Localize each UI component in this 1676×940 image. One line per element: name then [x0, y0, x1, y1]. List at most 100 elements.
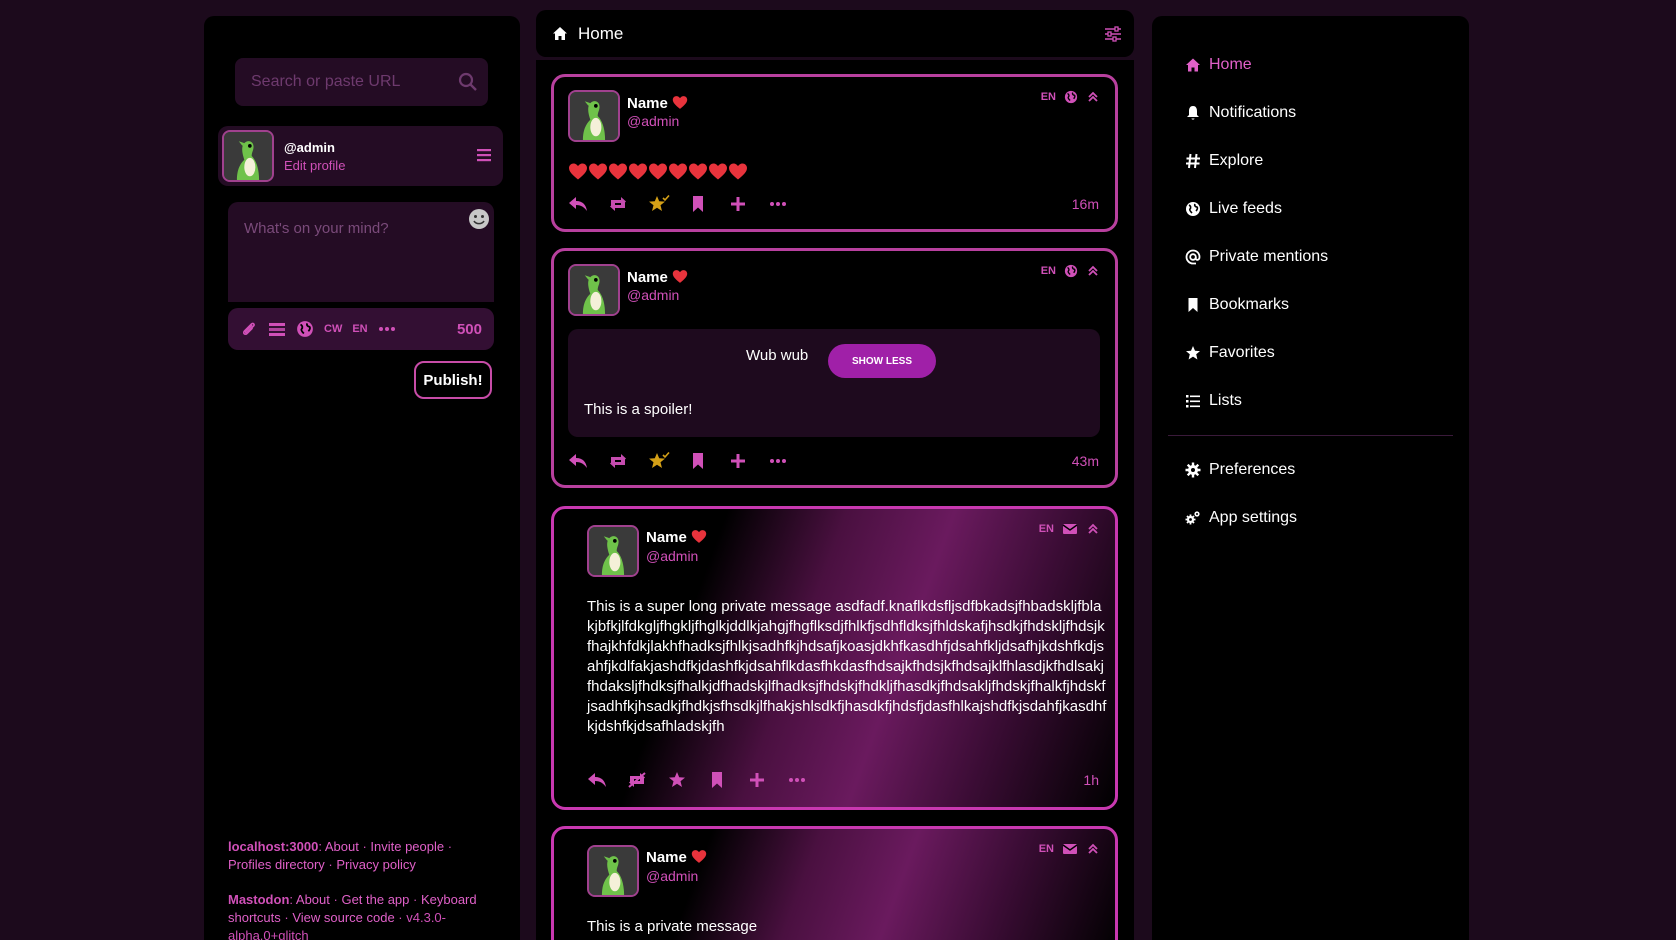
footer-privacy-link[interactable]: Privacy policy — [336, 857, 415, 872]
star-icon — [667, 771, 687, 789]
footer-directory-link[interactable]: Profiles directory — [228, 857, 325, 872]
bookmark-icon — [688, 195, 708, 213]
add-reaction-button[interactable] — [728, 450, 768, 472]
boost-button[interactable] — [608, 193, 648, 215]
language-button[interactable]: EN — [352, 319, 367, 339]
nav-item-app-settings[interactable]: App settings — [1185, 506, 1297, 530]
avatar[interactable] — [587, 525, 639, 577]
add-reaction-button[interactable] — [728, 193, 768, 215]
add-reaction-button[interactable] — [747, 769, 787, 791]
edit-profile-link[interactable]: Edit profile — [284, 158, 345, 173]
status-timestamp[interactable]: 1h — [1083, 772, 1099, 788]
more-button[interactable] — [768, 450, 808, 472]
reply-button[interactable] — [568, 193, 608, 215]
account-handle[interactable]: @admin — [627, 113, 679, 129]
display-name-text: Name — [646, 529, 687, 546]
footer-about-link[interactable]: About — [325, 839, 359, 854]
reply-icon — [568, 195, 588, 213]
boost-disabled-button[interactable] — [627, 769, 667, 791]
footer-mastodon-about-link[interactable]: About — [296, 892, 330, 907]
collapse-icon[interactable] — [1087, 91, 1099, 103]
plus-icon — [747, 771, 767, 789]
profile-handle[interactable]: @admin — [284, 140, 335, 155]
envelope-icon — [1062, 522, 1078, 536]
visibility-button[interactable] — [296, 319, 314, 339]
heart-emoji-icon — [588, 162, 608, 181]
show-less-button[interactable]: SHOW LESS — [828, 344, 936, 378]
more-button[interactable] — [787, 769, 827, 791]
display-name[interactable]: Name — [627, 95, 688, 112]
display-name[interactable]: Name — [646, 529, 707, 546]
avatar[interactable] — [587, 845, 639, 897]
nav-item-preferences[interactable]: Preferences — [1185, 458, 1295, 482]
nav-label: Explore — [1209, 152, 1264, 169]
footer-get-app-link[interactable]: Get the app — [341, 892, 409, 907]
column-title[interactable]: Home — [578, 24, 623, 44]
display-name[interactable]: Name — [646, 849, 707, 866]
poll-button[interactable] — [268, 319, 286, 339]
avatar[interactable] — [222, 130, 274, 182]
avatar[interactable] — [568, 90, 620, 142]
status-actions — [568, 193, 808, 215]
reply-button[interactable] — [568, 450, 608, 472]
status-post-direct[interactable]: Name @admin EN This is a private message — [551, 826, 1118, 940]
heart-emoji-icon — [728, 162, 748, 181]
collapse-icon[interactable] — [1087, 843, 1099, 855]
attach-button[interactable] — [240, 319, 258, 339]
reply-button[interactable] — [587, 769, 627, 791]
nav-label: Live feeds — [1209, 200, 1282, 217]
footer-invite-link[interactable]: Invite people — [370, 839, 444, 854]
nav-item-notifications[interactable]: Notifications — [1185, 101, 1296, 125]
nav-divider — [1168, 435, 1453, 436]
favorite-button[interactable] — [648, 450, 688, 472]
nav-item-explore[interactable]: Explore — [1185, 149, 1263, 173]
nav-item-favorites[interactable]: Favorites — [1185, 341, 1275, 365]
nav-item-home[interactable]: Home — [1185, 53, 1252, 77]
emoji-picker-icon[interactable] — [468, 208, 490, 230]
publish-button[interactable]: Publish! — [414, 361, 492, 399]
collapse-icon[interactable] — [1087, 523, 1099, 535]
more-button[interactable] — [768, 193, 808, 215]
bookmark-button[interactable] — [707, 769, 747, 791]
status-post[interactable]: Name @admin EN 16m — [551, 74, 1118, 232]
hamburger-menu-icon[interactable] — [475, 146, 493, 164]
status-post-direct[interactable]: Name @admin EN This is a super long priv… — [551, 506, 1118, 810]
status-timestamp[interactable]: 16m — [1072, 196, 1099, 212]
favorite-button[interactable] — [648, 193, 688, 215]
status-content: This is a private message — [587, 918, 758, 935]
favorite-button[interactable] — [667, 769, 707, 791]
poll-icon — [269, 323, 285, 336]
avatar-image — [589, 527, 637, 575]
hashtag-icon — [1186, 153, 1200, 169]
navigation-panel: Home Notifications Explore Live feeds Pr… — [1152, 16, 1469, 940]
bookmark-button[interactable] — [688, 450, 728, 472]
account-handle[interactable]: @admin — [646, 868, 698, 884]
account-handle[interactable]: @admin — [646, 548, 698, 564]
search-input[interactable] — [235, 58, 488, 106]
footer-source-link[interactable]: View source code — [292, 910, 394, 925]
heart-emoji-icon — [672, 95, 688, 110]
ellipsis-icon — [378, 320, 396, 338]
nav-item-lists[interactable]: Lists — [1185, 389, 1242, 413]
more-options-button[interactable] — [378, 319, 396, 339]
display-name[interactable]: Name — [627, 269, 688, 286]
ellipsis-icon — [787, 771, 807, 789]
nav-item-bookmarks[interactable]: Bookmarks — [1185, 293, 1289, 317]
avatar[interactable] — [568, 264, 620, 316]
avatar-image — [570, 92, 618, 140]
nav-item-private-mentions[interactable]: Private mentions — [1185, 245, 1328, 269]
status-timestamp[interactable]: 43m — [1072, 453, 1099, 469]
at-icon — [1185, 249, 1201, 265]
account-handle[interactable]: @admin — [627, 287, 679, 303]
display-name-text: Name — [627, 269, 668, 286]
compose-textarea[interactable] — [228, 202, 494, 302]
sliders-icon[interactable] — [1104, 26, 1122, 42]
collapse-icon[interactable] — [1087, 265, 1099, 277]
nav-item-live-feeds[interactable]: Live feeds — [1185, 197, 1282, 221]
search-icon[interactable] — [458, 72, 478, 92]
boost-button[interactable] — [608, 450, 648, 472]
bookmark-button[interactable] — [688, 193, 728, 215]
content-warning-button[interactable]: CW — [324, 319, 342, 339]
status-post[interactable]: Name @admin EN Wub wub SHOW LESS This is… — [551, 248, 1118, 488]
footer-instance-label: localhost:3000 — [228, 839, 319, 854]
